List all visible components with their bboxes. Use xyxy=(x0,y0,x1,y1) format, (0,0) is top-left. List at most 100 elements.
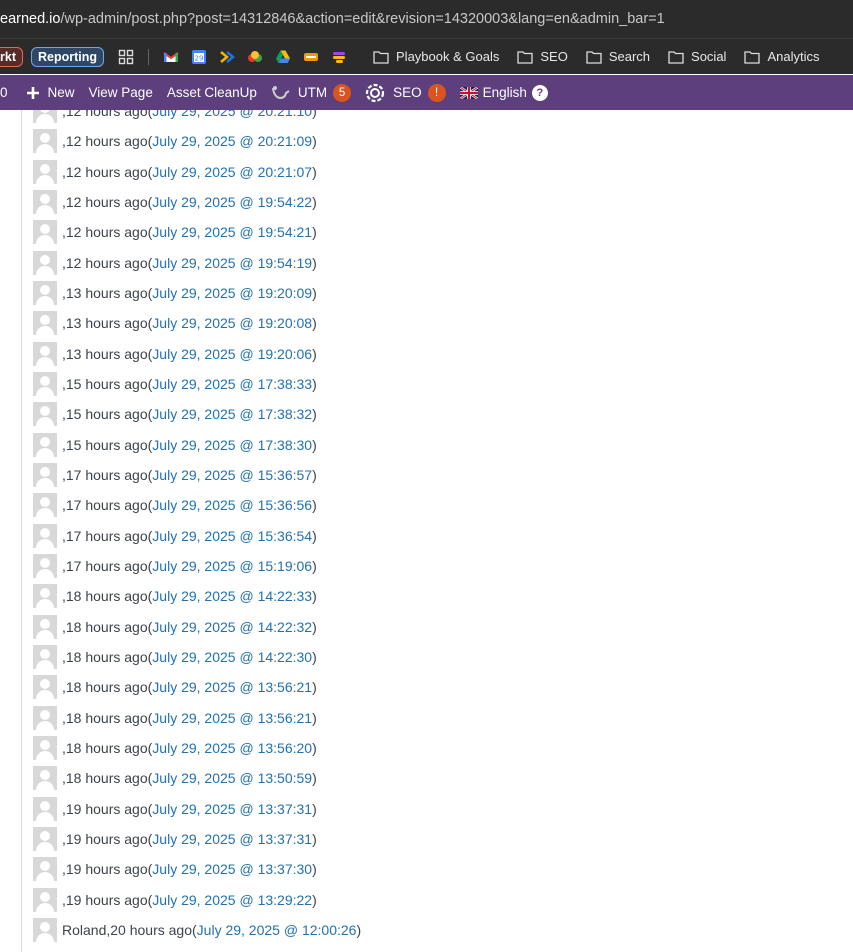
view-page-link[interactable]: View Page xyxy=(89,85,153,100)
revision-date-link[interactable]: July 29, 2025 @ 14:22:32 xyxy=(152,619,312,635)
language-switcher[interactable]: English ? xyxy=(459,84,548,101)
orange-badge-icon[interactable] xyxy=(303,49,319,65)
revision-date-link[interactable]: July 29, 2025 @ 15:36:56 xyxy=(152,497,312,513)
paren-close: ) xyxy=(312,133,317,150)
bookmark-folder-label: SEO xyxy=(540,49,568,64)
revision-date-link[interactable]: July 29, 2025 @ 12:00:26 xyxy=(197,922,357,938)
folder-icon xyxy=(668,50,684,64)
paren-close: ) xyxy=(312,194,317,211)
seo-alert-badge: ! xyxy=(427,83,446,102)
revision-date-link[interactable]: July 29, 2025 @ 13:50:59 xyxy=(152,770,312,786)
revision-item: , 18 hours ago (July 29, 2025 @ 14:22:30… xyxy=(33,642,361,672)
gmail-icon[interactable] xyxy=(163,49,179,65)
cloud-app-icon[interactable] xyxy=(247,49,263,65)
revision-time-ago: 18 hours ago xyxy=(65,770,148,787)
apps-grid-icon[interactable] xyxy=(118,49,134,65)
wp-admin-bar: 0 New View Page Asset CleanUp UTM 5 SEO … xyxy=(0,75,853,110)
revision-date-link[interactable]: July 29, 2025 @ 13:37:30 xyxy=(152,861,312,877)
avatar-placeholder-icon xyxy=(33,402,57,427)
revision-item: , 17 hours ago (July 29, 2025 @ 15:36:54… xyxy=(33,521,361,551)
revision-date-link[interactable]: July 29, 2025 @ 19:20:09 xyxy=(152,285,312,301)
revision-date-link[interactable]: July 29, 2025 @ 15:36:54 xyxy=(152,528,312,544)
google-drive-icon[interactable] xyxy=(275,49,291,65)
folder-icon xyxy=(586,50,602,64)
utm-menu[interactable]: UTM 5 xyxy=(271,83,352,102)
revision-date-link[interactable]: July 29, 2025 @ 19:20:08 xyxy=(152,315,312,331)
revision-date-link[interactable]: July 29, 2025 @ 15:19:06 xyxy=(152,558,312,574)
revision-date-link[interactable]: July 29, 2025 @ 19:54:19 xyxy=(152,255,312,271)
bookmark-folder-analytics[interactable]: Analytics xyxy=(744,49,819,64)
revision-time-ago: 19 hours ago xyxy=(65,800,148,817)
bookmark-tag-reporting[interactable]: Reporting xyxy=(30,46,105,67)
paren-close: ) xyxy=(312,254,317,271)
revision-date-link[interactable]: July 29, 2025 @ 13:37:31 xyxy=(152,801,312,817)
revision-time-ago: 17 hours ago xyxy=(65,467,148,484)
revision-date-link[interactable]: July 29, 2025 @ 20:21:10 xyxy=(152,110,312,119)
plus-icon xyxy=(26,86,39,99)
help-icon[interactable]: ? xyxy=(531,84,548,101)
avatar-placeholder-icon xyxy=(33,645,57,670)
revision-date-link[interactable]: July 29, 2025 @ 17:38:32 xyxy=(152,406,312,422)
paren-close: ) xyxy=(312,406,317,423)
browser-address-bar[interactable]: earned.io/wp-admin/post.php?post=1431284… xyxy=(0,0,853,38)
revision-date-link[interactable]: July 29, 2025 @ 15:36:57 xyxy=(152,467,312,483)
admin-bar-edge-text[interactable]: 0 xyxy=(0,85,8,100)
revision-date-link[interactable]: July 29, 2025 @ 17:38:33 xyxy=(152,376,312,392)
paren-close: ) xyxy=(312,527,317,544)
bookmark-tag-red[interactable]: rkt xyxy=(0,46,23,67)
avatar-placeholder-icon xyxy=(33,675,57,700)
url-host: earned.io xyxy=(0,11,61,27)
revision-item: , 15 hours ago (July 29, 2025 @ 17:38:32… xyxy=(33,399,361,429)
folder-icon xyxy=(373,50,389,64)
view-page-label: View Page xyxy=(88,85,153,100)
avatar-placeholder-icon xyxy=(33,493,57,518)
paren-close: ) xyxy=(312,679,317,696)
asset-cleanup-menu[interactable]: Asset CleanUp xyxy=(167,85,257,100)
bookmark-folder-search[interactable]: Search xyxy=(586,49,650,64)
new-content-button[interactable]: New xyxy=(26,85,75,100)
paren-close: ) xyxy=(312,163,317,180)
revision-date-link[interactable]: July 29, 2025 @ 13:56:21 xyxy=(152,679,312,695)
revision-date-link[interactable]: July 29, 2025 @ 19:54:22 xyxy=(152,194,312,210)
revision-item: , 12 hours ago (July 29, 2025 @ 20:21:07… xyxy=(33,157,361,187)
revision-item: , 19 hours ago (July 29, 2025 @ 13:37:30… xyxy=(33,854,361,884)
calendar-icon[interactable]: 29 xyxy=(191,49,207,65)
folder-icon xyxy=(744,50,761,64)
revision-item: , 18 hours ago (July 29, 2025 @ 13:56:21… xyxy=(33,703,361,733)
revision-item: , 15 hours ago (July 29, 2025 @ 17:38:33… xyxy=(33,369,361,399)
revision-time-ago: 12 hours ago xyxy=(65,163,148,180)
revision-date-link[interactable]: July 29, 2025 @ 17:38:30 xyxy=(152,437,312,453)
revision-date-link[interactable]: July 29, 2025 @ 13:56:20 xyxy=(152,740,312,756)
revision-date-link[interactable]: July 29, 2025 @ 20:21:07 xyxy=(152,164,312,180)
revision-date-link[interactable]: July 29, 2025 @ 14:22:30 xyxy=(152,649,312,665)
revision-date-link[interactable]: July 29, 2025 @ 19:20:06 xyxy=(152,346,312,362)
bookmark-folder-social[interactable]: Social xyxy=(668,49,726,64)
url-path: /wp-admin/post.php?post=14312846&action=… xyxy=(60,11,665,27)
revision-time-ago: 12 hours ago xyxy=(65,224,148,241)
stacked-app-icon[interactable] xyxy=(331,49,347,65)
bookmark-folder-playbook[interactable]: Playbook & Goals xyxy=(373,49,499,64)
revision-date-link[interactable]: July 29, 2025 @ 13:37:31 xyxy=(152,831,312,847)
utm-label: UTM xyxy=(297,85,328,100)
revision-item: , 15 hours ago (July 29, 2025 @ 17:38:30… xyxy=(33,430,361,460)
url-text[interactable]: earned.io/wp-admin/post.php?post=1431284… xyxy=(0,11,665,27)
revision-time-ago: 12 hours ago xyxy=(65,194,148,211)
revision-date-link[interactable]: July 29, 2025 @ 14:22:33 xyxy=(152,588,312,604)
revision-time-ago: 12 hours ago xyxy=(65,254,148,271)
revision-time-ago: 20 hours ago xyxy=(110,922,192,939)
revision-date-link[interactable]: July 29, 2025 @ 13:29:22 xyxy=(152,892,312,908)
seo-label: SEO xyxy=(393,85,422,100)
avatar-placeholder-icon xyxy=(33,129,57,154)
svg-text:29: 29 xyxy=(195,54,204,62)
revision-time-ago: 13 hours ago xyxy=(65,315,148,332)
seo-menu[interactable]: SEO ! xyxy=(365,83,446,103)
revision-date-link[interactable]: July 29, 2025 @ 20:21:09 xyxy=(152,133,312,149)
app-chevrons-icon[interactable] xyxy=(219,49,235,65)
revision-time-ago: 15 hours ago xyxy=(65,436,148,453)
paren-close: ) xyxy=(312,770,317,787)
revision-date-link[interactable]: July 29, 2025 @ 19:54:21 xyxy=(152,224,312,240)
avatar-placeholder-icon xyxy=(33,463,57,488)
utm-icon xyxy=(271,85,290,99)
revision-date-link[interactable]: July 29, 2025 @ 13:56:21 xyxy=(152,710,312,726)
bookmark-folder-seo[interactable]: SEO xyxy=(517,49,568,64)
